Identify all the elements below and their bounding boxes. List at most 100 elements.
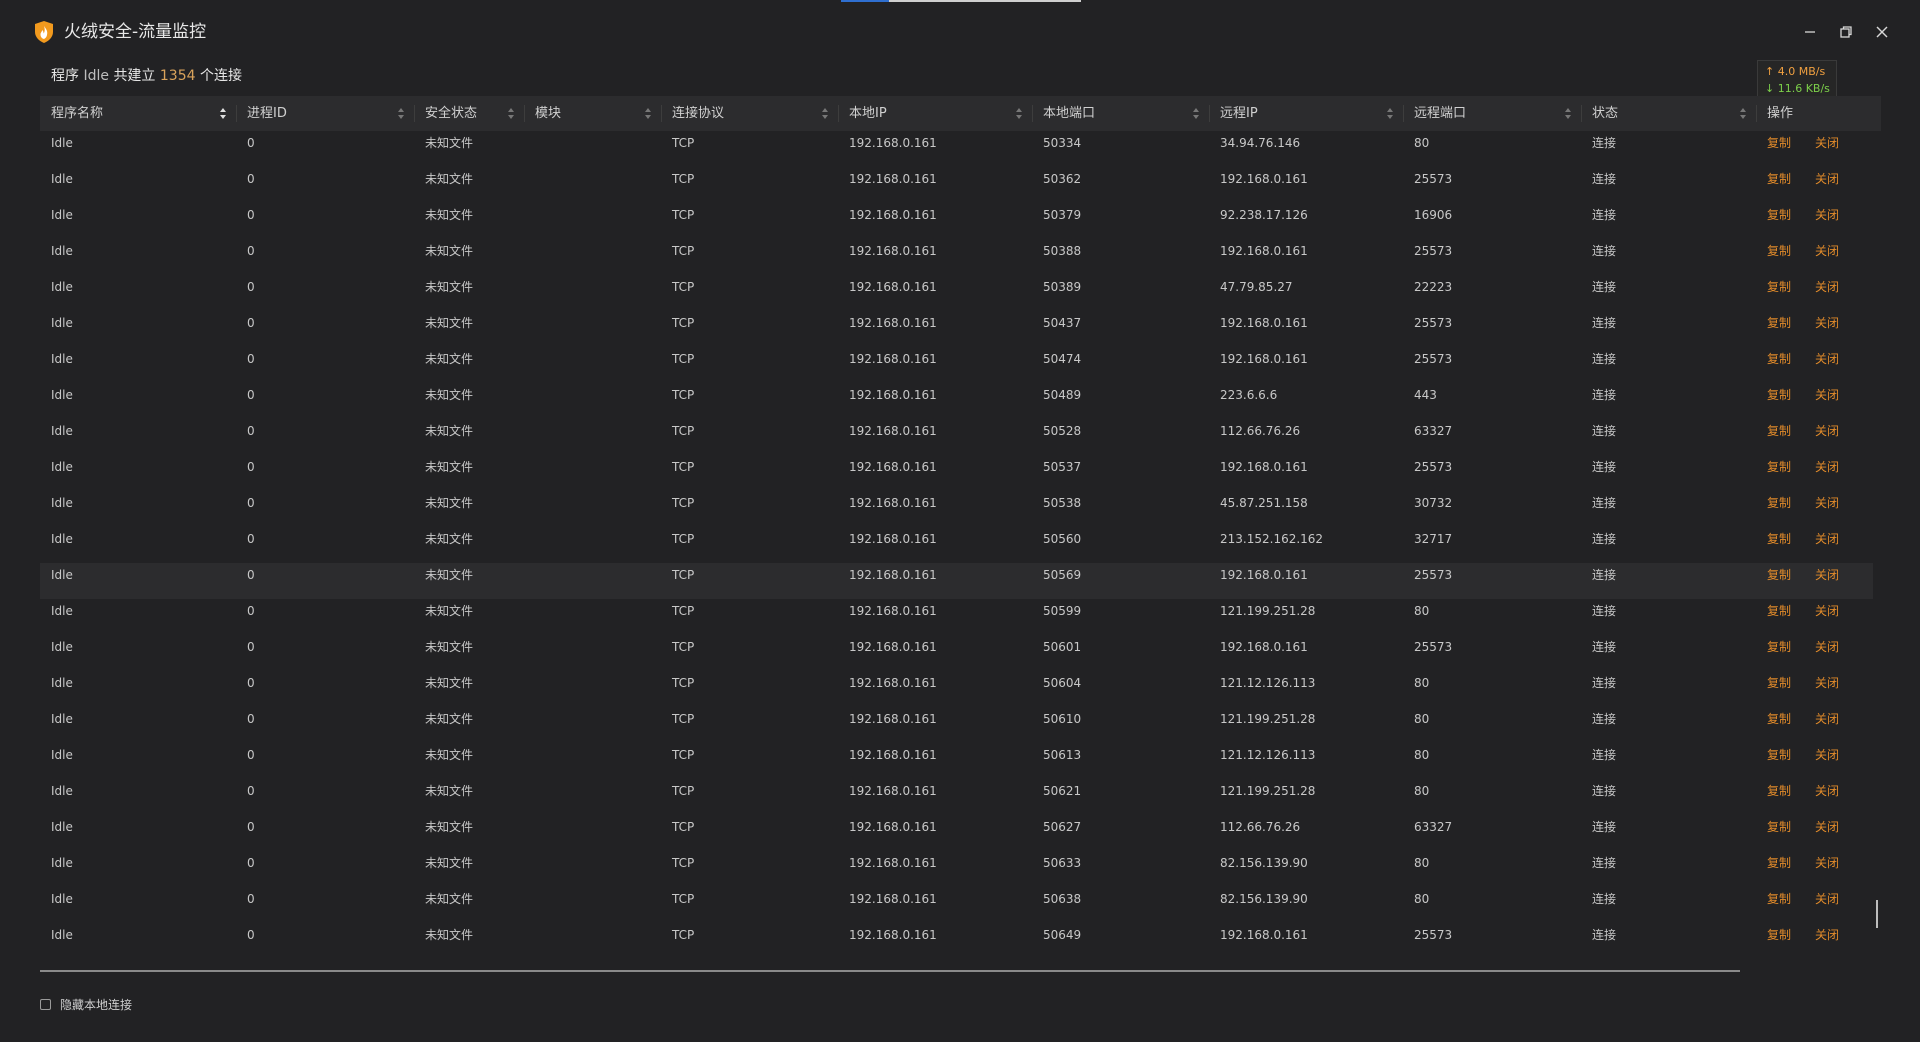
table-row[interactable]: Idle 0 未知文件 TCP 192.168.0.161 50638 82.156.139… [40,887,1873,923]
close-connection-link[interactable]: 关闭 [1815,419,1839,443]
column-header[interactable]: 安全状态 [414,96,524,131]
close-connection-link[interactable]: 关闭 [1815,887,1839,911]
column-header[interactable]: 远程IP [1209,96,1403,131]
table-row[interactable]: Idle 0 未知文件 TCP 192.168.0.161 50649 192.168.0.… [40,923,1873,959]
close-connection-link[interactable]: 关闭 [1815,131,1839,155]
close-connection-link[interactable]: 关闭 [1815,743,1839,767]
copy-link[interactable]: 复制 [1767,851,1791,875]
close-connection-link[interactable]: 关闭 [1815,527,1839,551]
close-connection-link[interactable]: 关闭 [1815,491,1839,515]
table-row[interactable]: Idle 0 未知文件 TCP 192.168.0.161 50379 92.238.17.… [40,203,1873,239]
copy-link[interactable]: 复制 [1767,203,1791,227]
table-row[interactable]: Idle 0 未知文件 TCP 192.168.0.161 50599 121.199.25… [40,599,1873,635]
hide-local-checkbox[interactable] [40,998,51,1010]
close-connection-link[interactable]: 关闭 [1815,167,1839,191]
copy-link[interactable]: 复制 [1767,527,1791,551]
copy-link[interactable]: 复制 [1767,779,1791,803]
column-divider[interactable] [661,105,662,122]
column-divider[interactable] [1209,105,1210,122]
restore-button[interactable] [1832,18,1860,46]
column-divider[interactable] [414,105,415,122]
close-connection-link[interactable]: 关闭 [1815,851,1839,875]
column-divider[interactable] [1403,105,1404,122]
close-window-button[interactable] [1868,18,1896,46]
column-header[interactable]: 本地端口 [1032,96,1209,131]
copy-link[interactable]: 复制 [1767,923,1791,947]
column-divider[interactable] [1756,105,1757,122]
copy-link[interactable]: 复制 [1767,131,1791,155]
table-row[interactable]: Idle 0 未知文件 TCP 192.168.0.161 50621 121.199.25… [40,779,1873,815]
table-cell: 80 [1414,892,1430,906]
table-row[interactable]: Idle 0 未知文件 TCP 192.168.0.161 50334 34.94.76.1… [40,131,1873,167]
minimize-button[interactable] [1796,18,1824,46]
table-row[interactable]: Idle 0 未知文件 TCP 192.168.0.161 50610 121.199.25… [40,707,1873,743]
close-connection-link[interactable]: 关闭 [1815,311,1839,335]
table-row[interactable]: Idle 0 未知文件 TCP 192.168.0.161 50601 192.168.0.… [40,635,1873,671]
table-row[interactable]: Idle 0 未知文件 TCP 192.168.0.161 50437 192.168.0.… [40,311,1873,347]
table-cell: 50610 [1043,712,1082,726]
column-divider[interactable] [1032,105,1033,122]
column-header[interactable]: 状态 [1581,96,1756,131]
copy-link[interactable]: 复制 [1767,491,1791,515]
copy-link[interactable]: 复制 [1767,455,1791,479]
column-header[interactable]: 连接协议 [661,96,838,131]
close-connection-link[interactable]: 关闭 [1815,779,1839,803]
copy-link[interactable]: 复制 [1767,887,1791,911]
copy-link[interactable]: 复制 [1767,419,1791,443]
close-connection-link[interactable]: 关闭 [1815,815,1839,839]
column-header[interactable]: 远程端口 [1403,96,1581,131]
copy-link[interactable]: 复制 [1767,383,1791,407]
table-row[interactable]: Idle 0 未知文件 TCP 192.168.0.161 50388 192.168.0.… [40,239,1873,275]
table-row[interactable]: Idle 0 未知文件 TCP 192.168.0.161 50613 121.12.126… [40,743,1873,779]
close-connection-link[interactable]: 关闭 [1815,455,1839,479]
close-connection-link[interactable]: 关闭 [1815,275,1839,299]
table-row[interactable]: Idle 0 未知文件 TCP 192.168.0.161 50537 192.168.0.… [40,455,1873,491]
column-header[interactable]: 程序名称 [40,96,236,131]
close-connection-link[interactable]: 关闭 [1815,347,1839,371]
close-connection-link[interactable]: 关闭 [1815,635,1839,659]
close-connection-link[interactable]: 关闭 [1815,203,1839,227]
copy-link[interactable]: 复制 [1767,563,1791,587]
close-connection-link[interactable]: 关闭 [1815,671,1839,695]
close-connection-link[interactable]: 关闭 [1815,239,1839,263]
vertical-scrollbar-thumb[interactable] [1876,900,1878,928]
table-row[interactable]: Idle 0 未知文件 TCP 192.168.0.161 50560 213.152.16… [40,527,1873,563]
copy-link[interactable]: 复制 [1767,347,1791,371]
copy-link[interactable]: 复制 [1767,275,1791,299]
copy-link[interactable]: 复制 [1767,239,1791,263]
close-connection-link[interactable]: 关闭 [1815,563,1839,587]
copy-link[interactable]: 复制 [1767,311,1791,335]
table-row[interactable]: Idle 0 未知文件 TCP 192.168.0.161 50362 192.168.0.… [40,167,1873,203]
close-connection-link[interactable]: 关闭 [1815,923,1839,947]
table-row[interactable]: Idle 0 未知文件 TCP 192.168.0.161 50489 223.6.6.6 4… [40,383,1873,419]
copy-link[interactable]: 复制 [1767,599,1791,623]
copy-link[interactable]: 复制 [1767,167,1791,191]
horizontal-scrollbar[interactable] [40,970,1740,972]
table-cell: Idle [51,460,73,474]
close-connection-link[interactable]: 关闭 [1815,599,1839,623]
copy-link[interactable]: 复制 [1767,815,1791,839]
table-row[interactable]: Idle 0 未知文件 TCP 192.168.0.161 50538 45.87.251.… [40,491,1873,527]
column-divider[interactable] [838,105,839,122]
close-connection-link[interactable]: 关闭 [1815,383,1839,407]
column-header[interactable]: 模块 [524,96,661,131]
copy-link[interactable]: 复制 [1767,743,1791,767]
table-row[interactable]: Idle 0 未知文件 TCP 192.168.0.161 50528 112.66.76.… [40,419,1873,455]
table-row[interactable]: Idle 0 未知文件 TCP 192.168.0.161 50474 192.168.0.… [40,347,1873,383]
column-divider[interactable] [524,105,525,122]
table-row[interactable]: Idle 0 未知文件 TCP 192.168.0.161 50633 82.156.139… [40,851,1873,887]
copy-link[interactable]: 复制 [1767,671,1791,695]
table-row[interactable]: Idle 0 未知文件 TCP 192.168.0.161 50389 47.79.85.2… [40,275,1873,311]
column-divider[interactable] [236,105,237,122]
copy-link[interactable]: 复制 [1767,707,1791,731]
column-divider[interactable] [1581,105,1582,122]
column-header[interactable]: 本地IP [838,96,1032,131]
column-header[interactable]: 进程ID [236,96,414,131]
close-connection-link[interactable]: 关闭 [1815,707,1839,731]
table-row[interactable]: Idle 0 未知文件 TCP 192.168.0.161 50627 112.66.76.… [40,815,1873,851]
column-header-label: 状态 [1592,106,1619,121]
hide-local-label[interactable]: 隐藏本地连接 [60,996,132,1013]
copy-link[interactable]: 复制 [1767,635,1791,659]
table-row[interactable]: Idle 0 未知文件 TCP 192.168.0.161 50604 121.12.126… [40,671,1873,707]
table-row[interactable]: Idle 0 未知文件 TCP 192.168.0.161 50569 192.168.0.… [40,563,1873,599]
